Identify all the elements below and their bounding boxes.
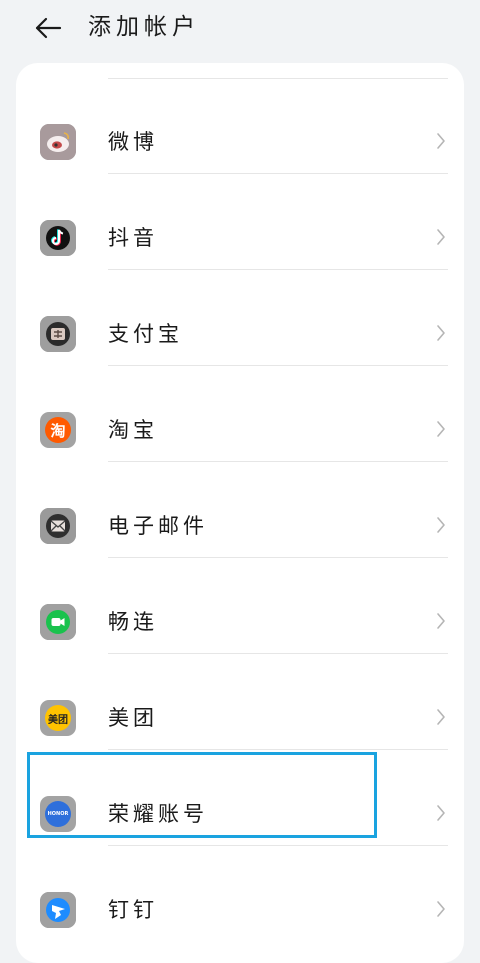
arrow-left-icon	[35, 17, 62, 39]
dingtalk-icon	[40, 892, 76, 928]
account-item-douyin[interactable]: 抖音	[16, 174, 464, 270]
account-label: 淘宝	[108, 418, 158, 442]
account-label: 荣耀账号	[108, 802, 208, 826]
changlian-icon	[40, 604, 76, 640]
douyin-icon	[40, 220, 76, 256]
account-label: 钉钉	[108, 898, 158, 922]
alipay-icon	[40, 316, 76, 352]
weibo-icon	[40, 124, 76, 160]
page-title: 添加帐户	[88, 14, 200, 40]
chevron-right-icon	[437, 709, 445, 725]
chevron-right-icon	[437, 901, 445, 917]
taobao-icon: 淘	[40, 412, 76, 448]
email-icon	[40, 508, 76, 544]
account-label: 畅连	[108, 610, 158, 634]
chevron-right-icon	[437, 613, 445, 629]
meituan-icon: 美团	[40, 700, 76, 736]
chevron-right-icon	[437, 421, 445, 437]
account-item-taobao[interactable]: 淘 淘宝	[16, 366, 464, 462]
account-item-meituan[interactable]: 美团 美团	[16, 654, 464, 750]
account-item-dingtalk[interactable]: 钉钉	[16, 846, 464, 942]
account-item-honor[interactable]: HONOR 荣耀账号	[16, 750, 464, 846]
account-item-email[interactable]: 电子邮件	[16, 462, 464, 558]
account-list-card: 微博 抖音 支付宝 淘 淘宝 电子邮件 畅连 美团 美团 HONOR 荣耀账号 …	[16, 63, 464, 963]
account-label: 抖音	[108, 226, 158, 250]
account-label: 支付宝	[108, 322, 183, 346]
chevron-right-icon	[437, 805, 445, 821]
chevron-right-icon	[437, 325, 445, 341]
back-button[interactable]	[28, 8, 68, 48]
account-item-weibo[interactable]: 微博	[16, 78, 464, 174]
chevron-right-icon	[437, 229, 445, 245]
account-label: 微博	[108, 130, 158, 154]
honor-logo: HONOR	[45, 801, 71, 827]
chevron-right-icon	[437, 517, 445, 533]
meituan-logo: 美团	[45, 705, 71, 731]
account-label: 美团	[108, 706, 158, 730]
taobao-logo: 淘	[45, 417, 71, 443]
chevron-right-icon	[437, 133, 445, 149]
account-label: 电子邮件	[108, 514, 208, 538]
top-bar: 添加帐户	[0, 0, 480, 56]
honor-icon: HONOR	[40, 796, 76, 832]
account-item-alipay[interactable]: 支付宝	[16, 270, 464, 366]
account-item-changlian[interactable]: 畅连	[16, 558, 464, 654]
